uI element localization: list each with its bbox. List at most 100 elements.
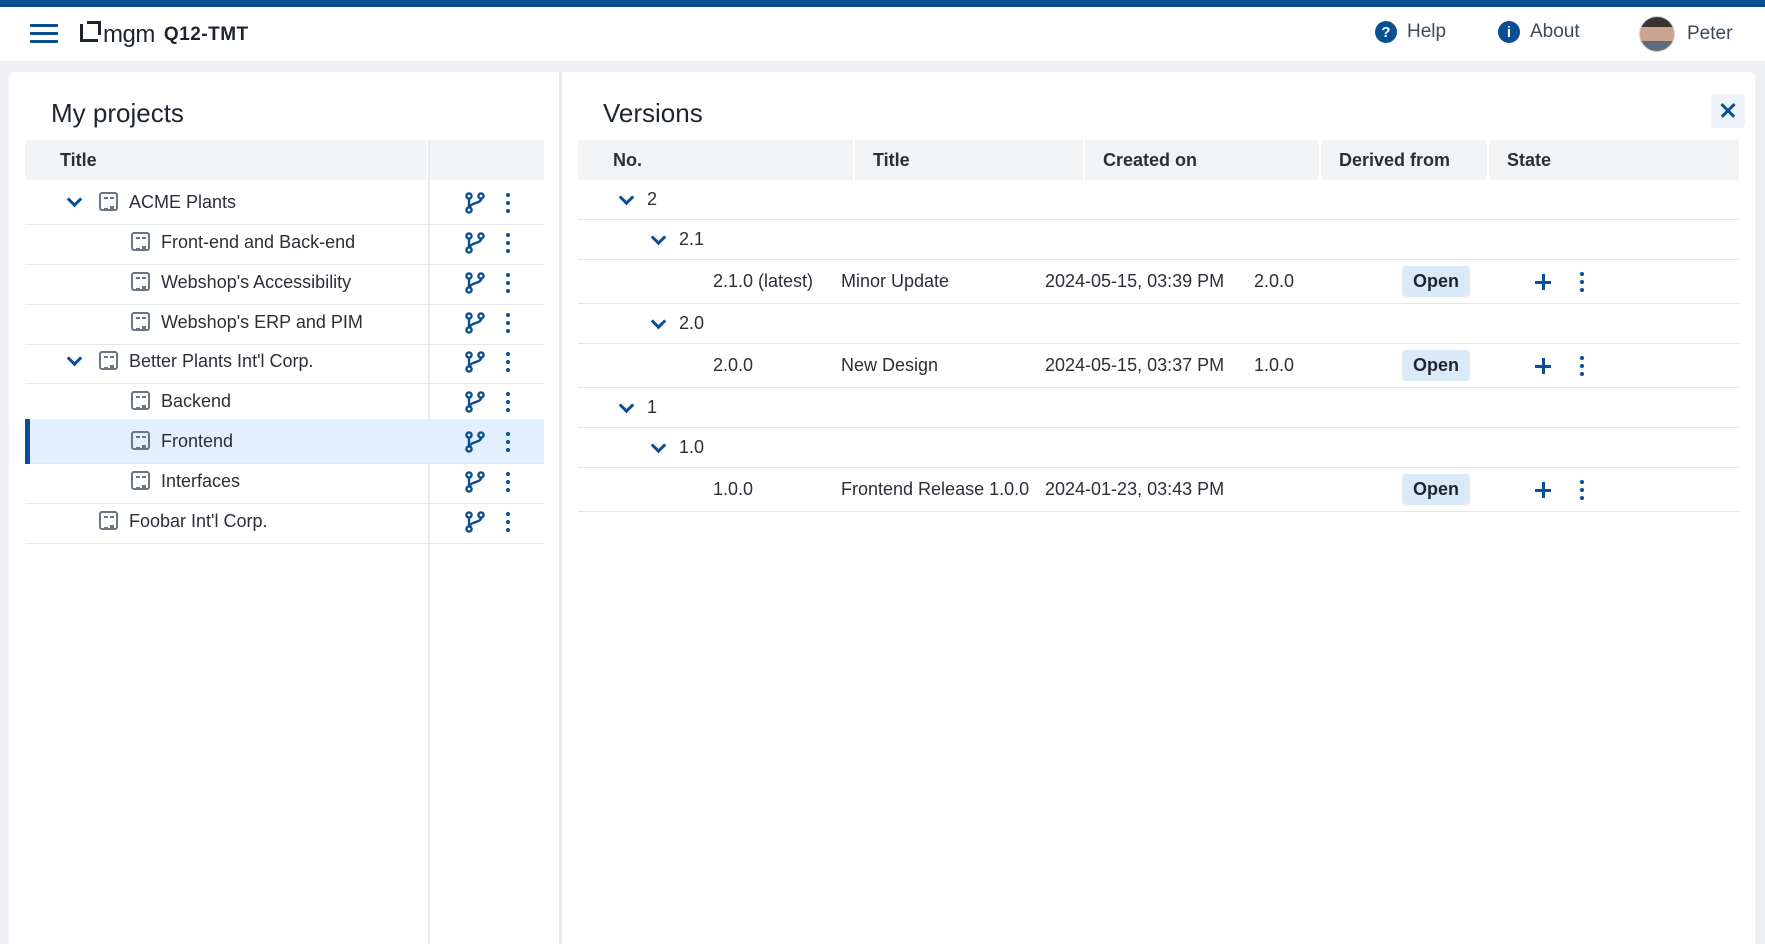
product-name: Q12-TMT xyxy=(163,24,249,45)
kebab-menu-icon[interactable] xyxy=(505,511,511,533)
chevron-down-icon[interactable] xyxy=(67,353,81,367)
close-icon[interactable] xyxy=(1711,94,1745,128)
project-label: Foobar Int'l Corp. xyxy=(129,511,268,531)
branch-icon[interactable] xyxy=(465,511,485,533)
kebab-menu-icon[interactable] xyxy=(1579,271,1585,293)
kebab-menu-icon[interactable] xyxy=(505,471,511,493)
plus-icon[interactable] xyxy=(1535,274,1551,290)
app-logo[interactable]: mgm Q12-TMT xyxy=(80,21,249,49)
column-header-state[interactable]: State xyxy=(1489,140,1739,180)
version-group-row[interactable]: 2.0 xyxy=(578,304,1739,344)
project-document-icon xyxy=(131,272,150,291)
version-created-on: 2024-05-15, 03:39 PM xyxy=(1045,271,1225,291)
kebab-menu-icon[interactable] xyxy=(505,391,511,413)
version-number: 1.0 xyxy=(679,437,705,457)
kebab-menu-icon[interactable] xyxy=(505,312,511,334)
branch-icon[interactable] xyxy=(465,312,485,334)
help-link[interactable]: ? Help xyxy=(1375,21,1446,43)
project-document-icon xyxy=(131,391,150,410)
version-number: 2.1 xyxy=(679,229,705,249)
info-circle-icon: i xyxy=(1498,21,1520,43)
version-derived-from: 1.0.0 xyxy=(1254,355,1295,375)
version-row[interactable]: 2.0.0 New Design 2024-05-15, 03:37 PM 1.0.0… xyxy=(578,344,1739,388)
hamburger-menu-icon[interactable] xyxy=(30,24,58,44)
user-name: Peter xyxy=(1687,23,1733,44)
column-header-derived-from[interactable]: Derived from xyxy=(1321,140,1489,180)
chevron-down-icon[interactable] xyxy=(619,192,633,206)
project-row[interactable]: Backend xyxy=(25,379,544,424)
kebab-menu-icon[interactable] xyxy=(505,232,511,254)
project-row[interactable]: Webshop's Accessibility xyxy=(25,260,544,305)
chevron-down-icon[interactable] xyxy=(651,316,665,330)
top-accent-stripe xyxy=(0,0,1765,7)
project-label: Webshop's ERP and PIM xyxy=(161,312,363,332)
branch-icon[interactable] xyxy=(465,471,485,493)
version-group-row[interactable]: 1.0 xyxy=(578,428,1739,468)
chevron-down-icon[interactable] xyxy=(619,400,633,414)
avatar xyxy=(1639,16,1675,52)
project-label: Backend xyxy=(161,391,232,411)
project-document-icon xyxy=(99,351,118,370)
project-document-icon xyxy=(99,511,118,530)
branch-icon[interactable] xyxy=(465,232,485,254)
column-header-no[interactable]: No. xyxy=(578,140,855,180)
project-row[interactable]: ACME Plants xyxy=(25,180,544,225)
brand-name: mgm xyxy=(103,21,155,48)
column-header-title[interactable]: Title xyxy=(25,140,429,180)
project-row[interactable]: Frontend xyxy=(25,419,544,464)
version-state-cell: Open xyxy=(1402,344,1471,387)
kebab-menu-icon[interactable] xyxy=(505,192,511,214)
plus-icon[interactable] xyxy=(1535,358,1551,374)
my-projects-panel: My projects Title ACME Plants Front-end a… xyxy=(9,72,560,944)
version-group-row[interactable]: 1 xyxy=(578,388,1739,428)
project-document-icon xyxy=(131,431,150,450)
kebab-menu-icon[interactable] xyxy=(1579,479,1585,501)
version-state-cell: Open xyxy=(1402,468,1471,511)
selection-indicator xyxy=(25,419,30,464)
project-document-icon xyxy=(131,312,150,331)
branch-icon[interactable] xyxy=(465,391,485,413)
version-derived-from: 2.0.0 xyxy=(1254,271,1295,291)
kebab-menu-icon[interactable] xyxy=(505,351,511,373)
project-label: Interfaces xyxy=(161,471,241,491)
status-badge[interactable]: Open xyxy=(1402,266,1471,297)
branch-icon[interactable] xyxy=(465,351,485,373)
kebab-menu-icon[interactable] xyxy=(505,272,511,294)
column-header-created-on[interactable]: Created on xyxy=(1085,140,1321,180)
version-title: New Design xyxy=(841,355,939,375)
about-link[interactable]: i About xyxy=(1498,21,1580,43)
project-row[interactable]: Better Plants Int'l Corp. xyxy=(25,339,544,384)
project-row[interactable]: Foobar Int'l Corp. xyxy=(25,499,544,544)
kebab-menu-icon[interactable] xyxy=(1579,355,1585,377)
version-group-row[interactable]: 2 xyxy=(578,180,1739,220)
user-menu[interactable]: Peter xyxy=(1639,16,1732,52)
chevron-down-icon[interactable] xyxy=(67,194,81,208)
status-badge[interactable]: Open xyxy=(1402,350,1471,381)
project-row[interactable]: Interfaces xyxy=(25,459,544,504)
project-label: Front-end and Back-end xyxy=(161,232,356,252)
help-label: Help xyxy=(1407,21,1447,42)
chevron-down-icon[interactable] xyxy=(651,232,665,246)
version-group-row[interactable]: 2.1 xyxy=(578,220,1739,260)
versions-title: Versions xyxy=(603,98,703,128)
version-row[interactable]: 2.1.0 (latest) Minor Update 2024-05-15, 03… xyxy=(578,260,1739,304)
branch-icon[interactable] xyxy=(465,272,485,294)
column-header-title[interactable]: Title xyxy=(855,140,1085,180)
version-row[interactable]: 1.0.0 Frontend Release 1.0.0 2024-01-23, 0… xyxy=(578,468,1739,512)
branch-icon[interactable] xyxy=(465,192,485,214)
plus-icon[interactable] xyxy=(1535,482,1551,498)
project-label: Frontend xyxy=(161,431,234,451)
project-document-icon xyxy=(131,471,150,490)
version-title: Frontend Release 1.0.0 xyxy=(841,479,1030,499)
projects-table-header: Title xyxy=(25,140,544,180)
project-row[interactable]: Front-end and Back-end xyxy=(25,220,544,265)
project-label: Better Plants Int'l Corp. xyxy=(129,351,314,371)
column-header-actions xyxy=(429,140,544,180)
version-number: 2.0 xyxy=(679,313,705,333)
help-circle-icon: ? xyxy=(1375,21,1397,43)
kebab-menu-icon[interactable] xyxy=(505,431,511,453)
version-number: 1 xyxy=(647,397,658,417)
branch-icon[interactable] xyxy=(465,431,485,453)
status-badge[interactable]: Open xyxy=(1402,474,1471,505)
chevron-down-icon[interactable] xyxy=(651,440,665,454)
